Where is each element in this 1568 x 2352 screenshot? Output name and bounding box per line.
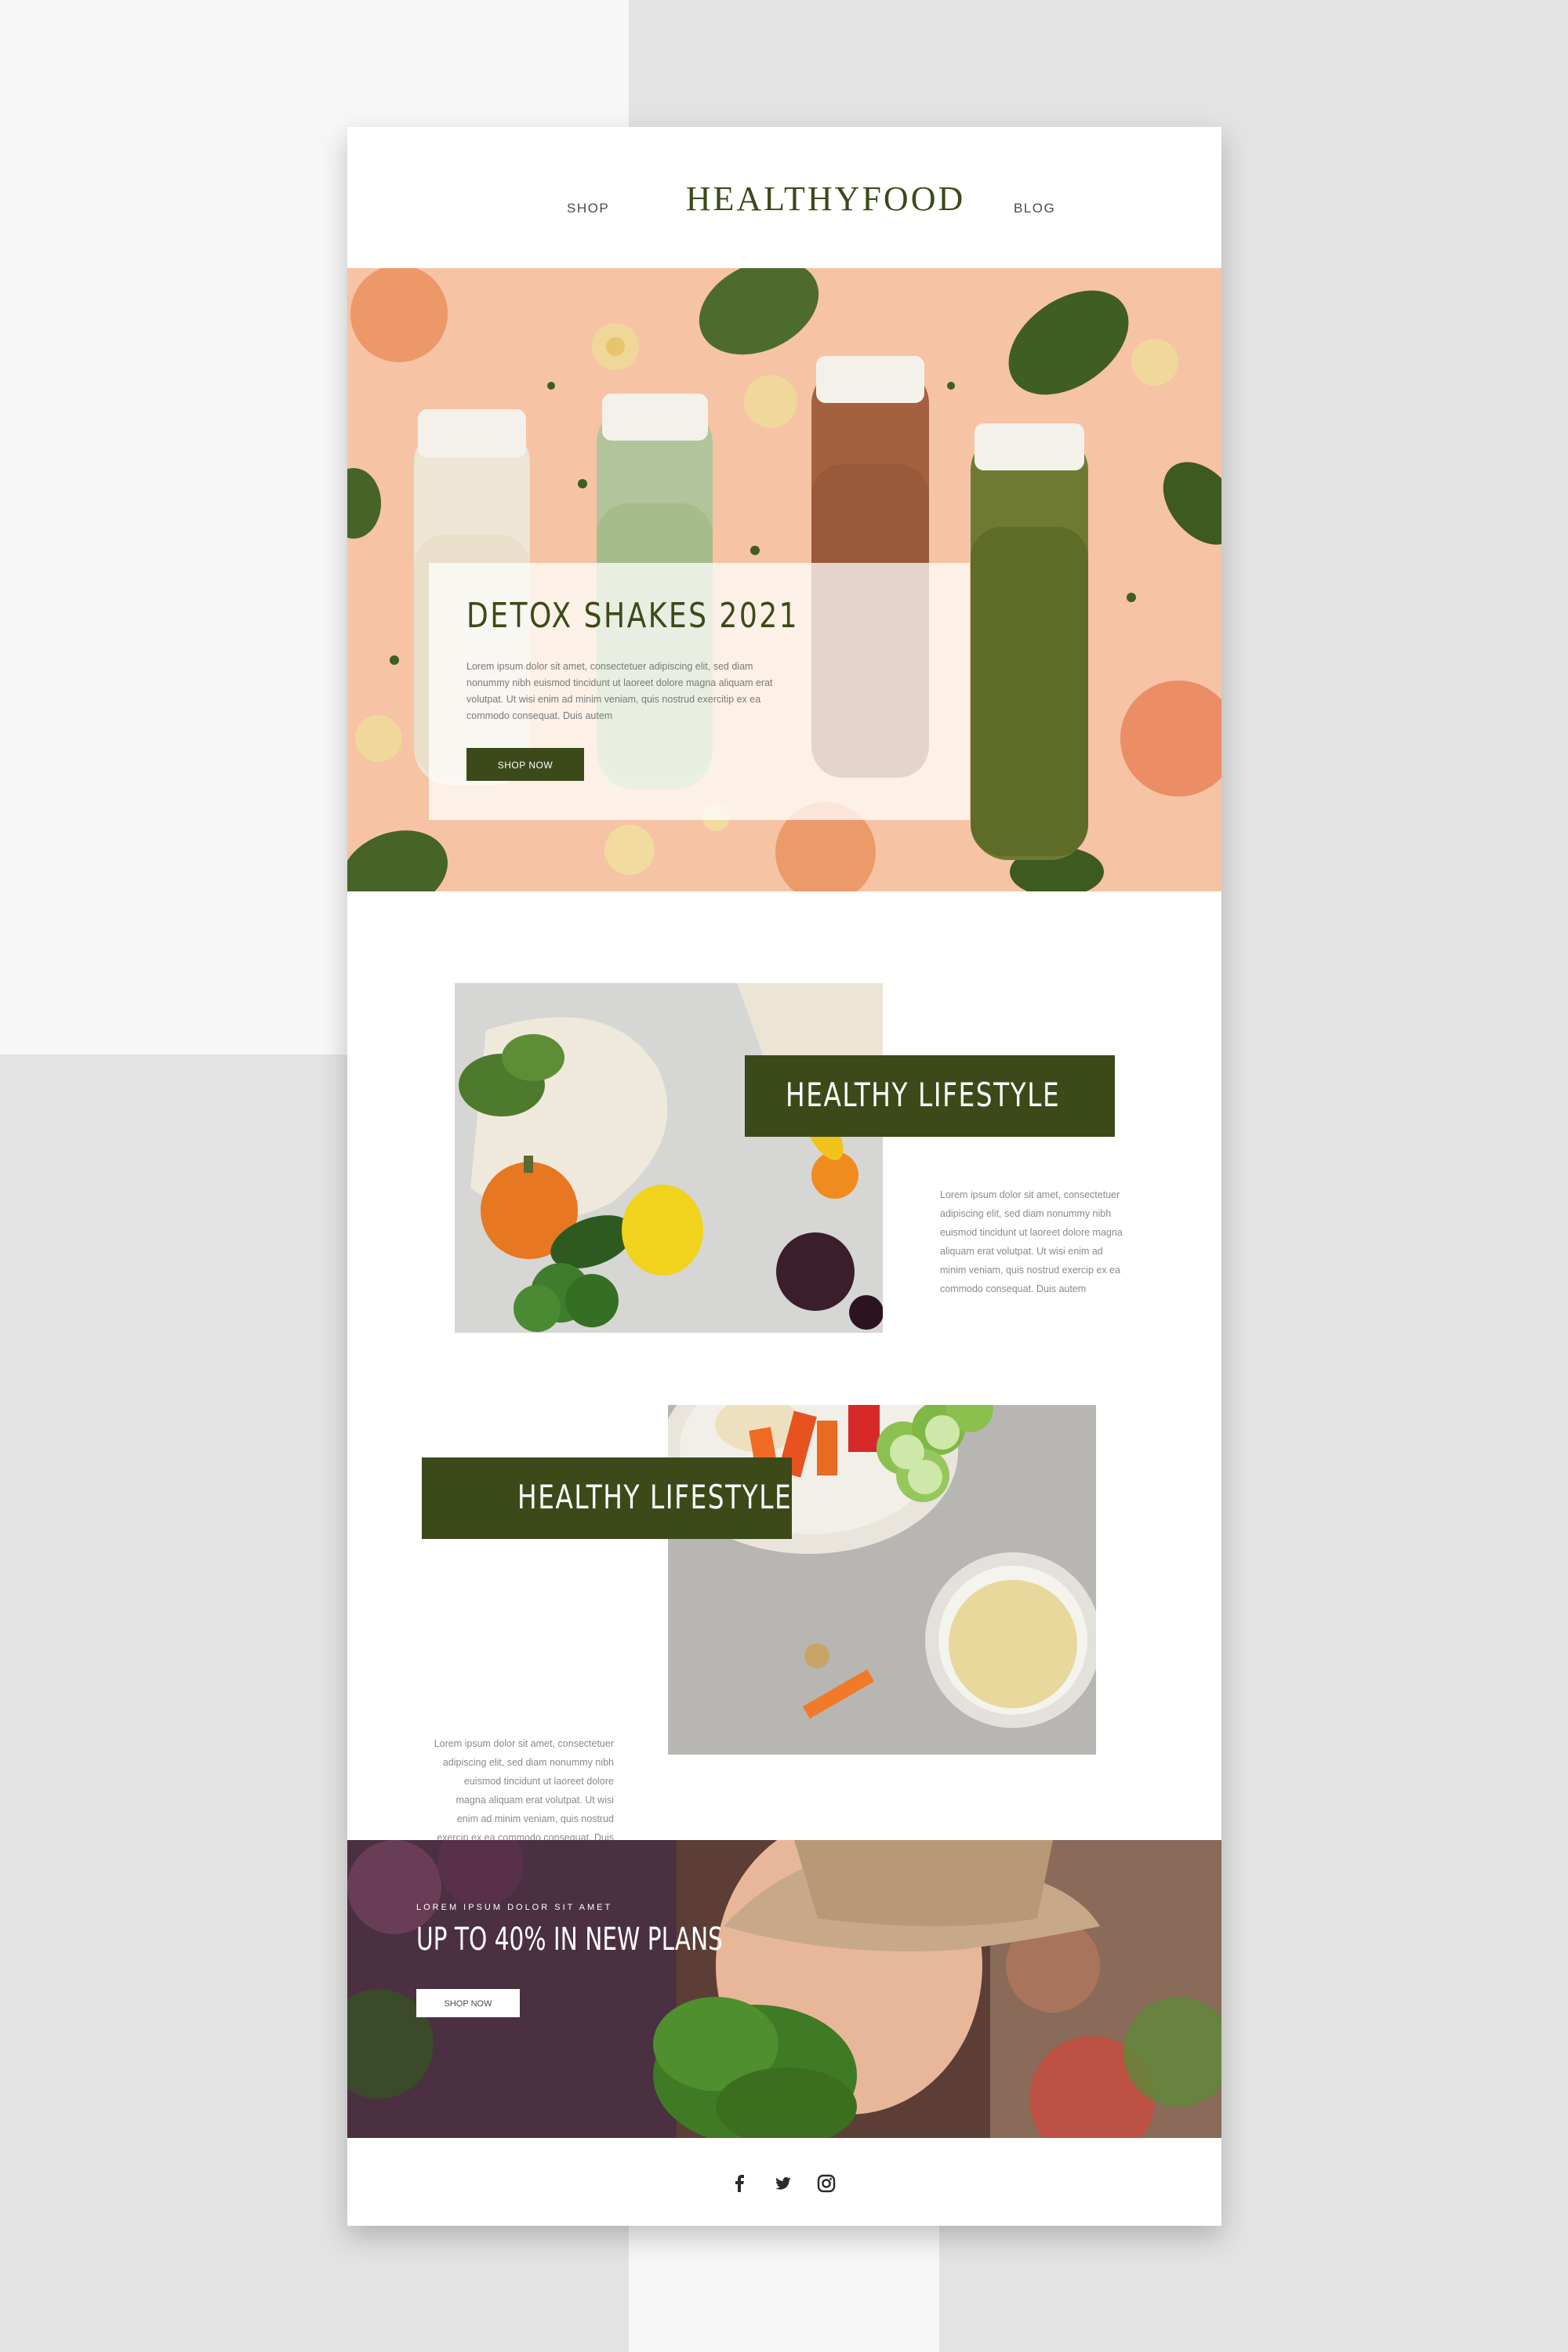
facebook-icon[interactable] (728, 2172, 752, 2195)
nav-shop-link[interactable]: SHOP (567, 201, 609, 216)
hero-shop-now-button[interactable]: SHOP NOW (466, 748, 584, 781)
feature1-description: Lorem ipsum dolor sit amet, consectetuer… (940, 1189, 1123, 1294)
site-header: SHOP HEALTHYFOOD BLOG (347, 127, 1221, 268)
nav-blog-link[interactable]: BLOG (1014, 201, 1055, 216)
promo-shop-now-button[interactable]: SHOP NOW (416, 1989, 520, 2017)
hero-description: Lorem ipsum dolor sit amet, consectetuer… (466, 661, 773, 721)
promo-banner: LOREM IPSUM DOLOR SIT AMET UP TO 40% IN … (347, 1840, 1221, 2138)
brand-logo[interactable]: HEALTHYFOOD (661, 179, 990, 219)
page-card: SHOP HEALTHYFOOD BLOG DETOX SHAKES 2021 … (347, 127, 1221, 2226)
twitter-icon[interactable] (771, 2172, 795, 2195)
feature1-title-banner: HEALTHY LIFESTYLE (745, 1055, 1115, 1137)
feature2-title-banner: HEALTHY LIFESTYLE (422, 1457, 792, 1539)
hero-banner: DETOX SHAKES 2021 Lorem ipsum dolor sit … (347, 268, 1221, 891)
hero-title: DETOX SHAKES 2021 (466, 596, 800, 636)
promo-title: UP TO 40% IN NEW PLANS (416, 1922, 723, 1958)
feature1-produce-photo (455, 983, 883, 1333)
feature1-title: HEALTHY LIFESTYLE (786, 1076, 1061, 1114)
instagram-icon[interactable] (815, 2172, 838, 2195)
feature2-title: HEALTHY LIFESTYLE (517, 1478, 793, 1516)
hero-text-card: DETOX SHAKES 2021 Lorem ipsum dolor sit … (429, 563, 970, 820)
promo-kicker: LOREM IPSUM DOLOR SIT AMET (416, 1903, 613, 1912)
